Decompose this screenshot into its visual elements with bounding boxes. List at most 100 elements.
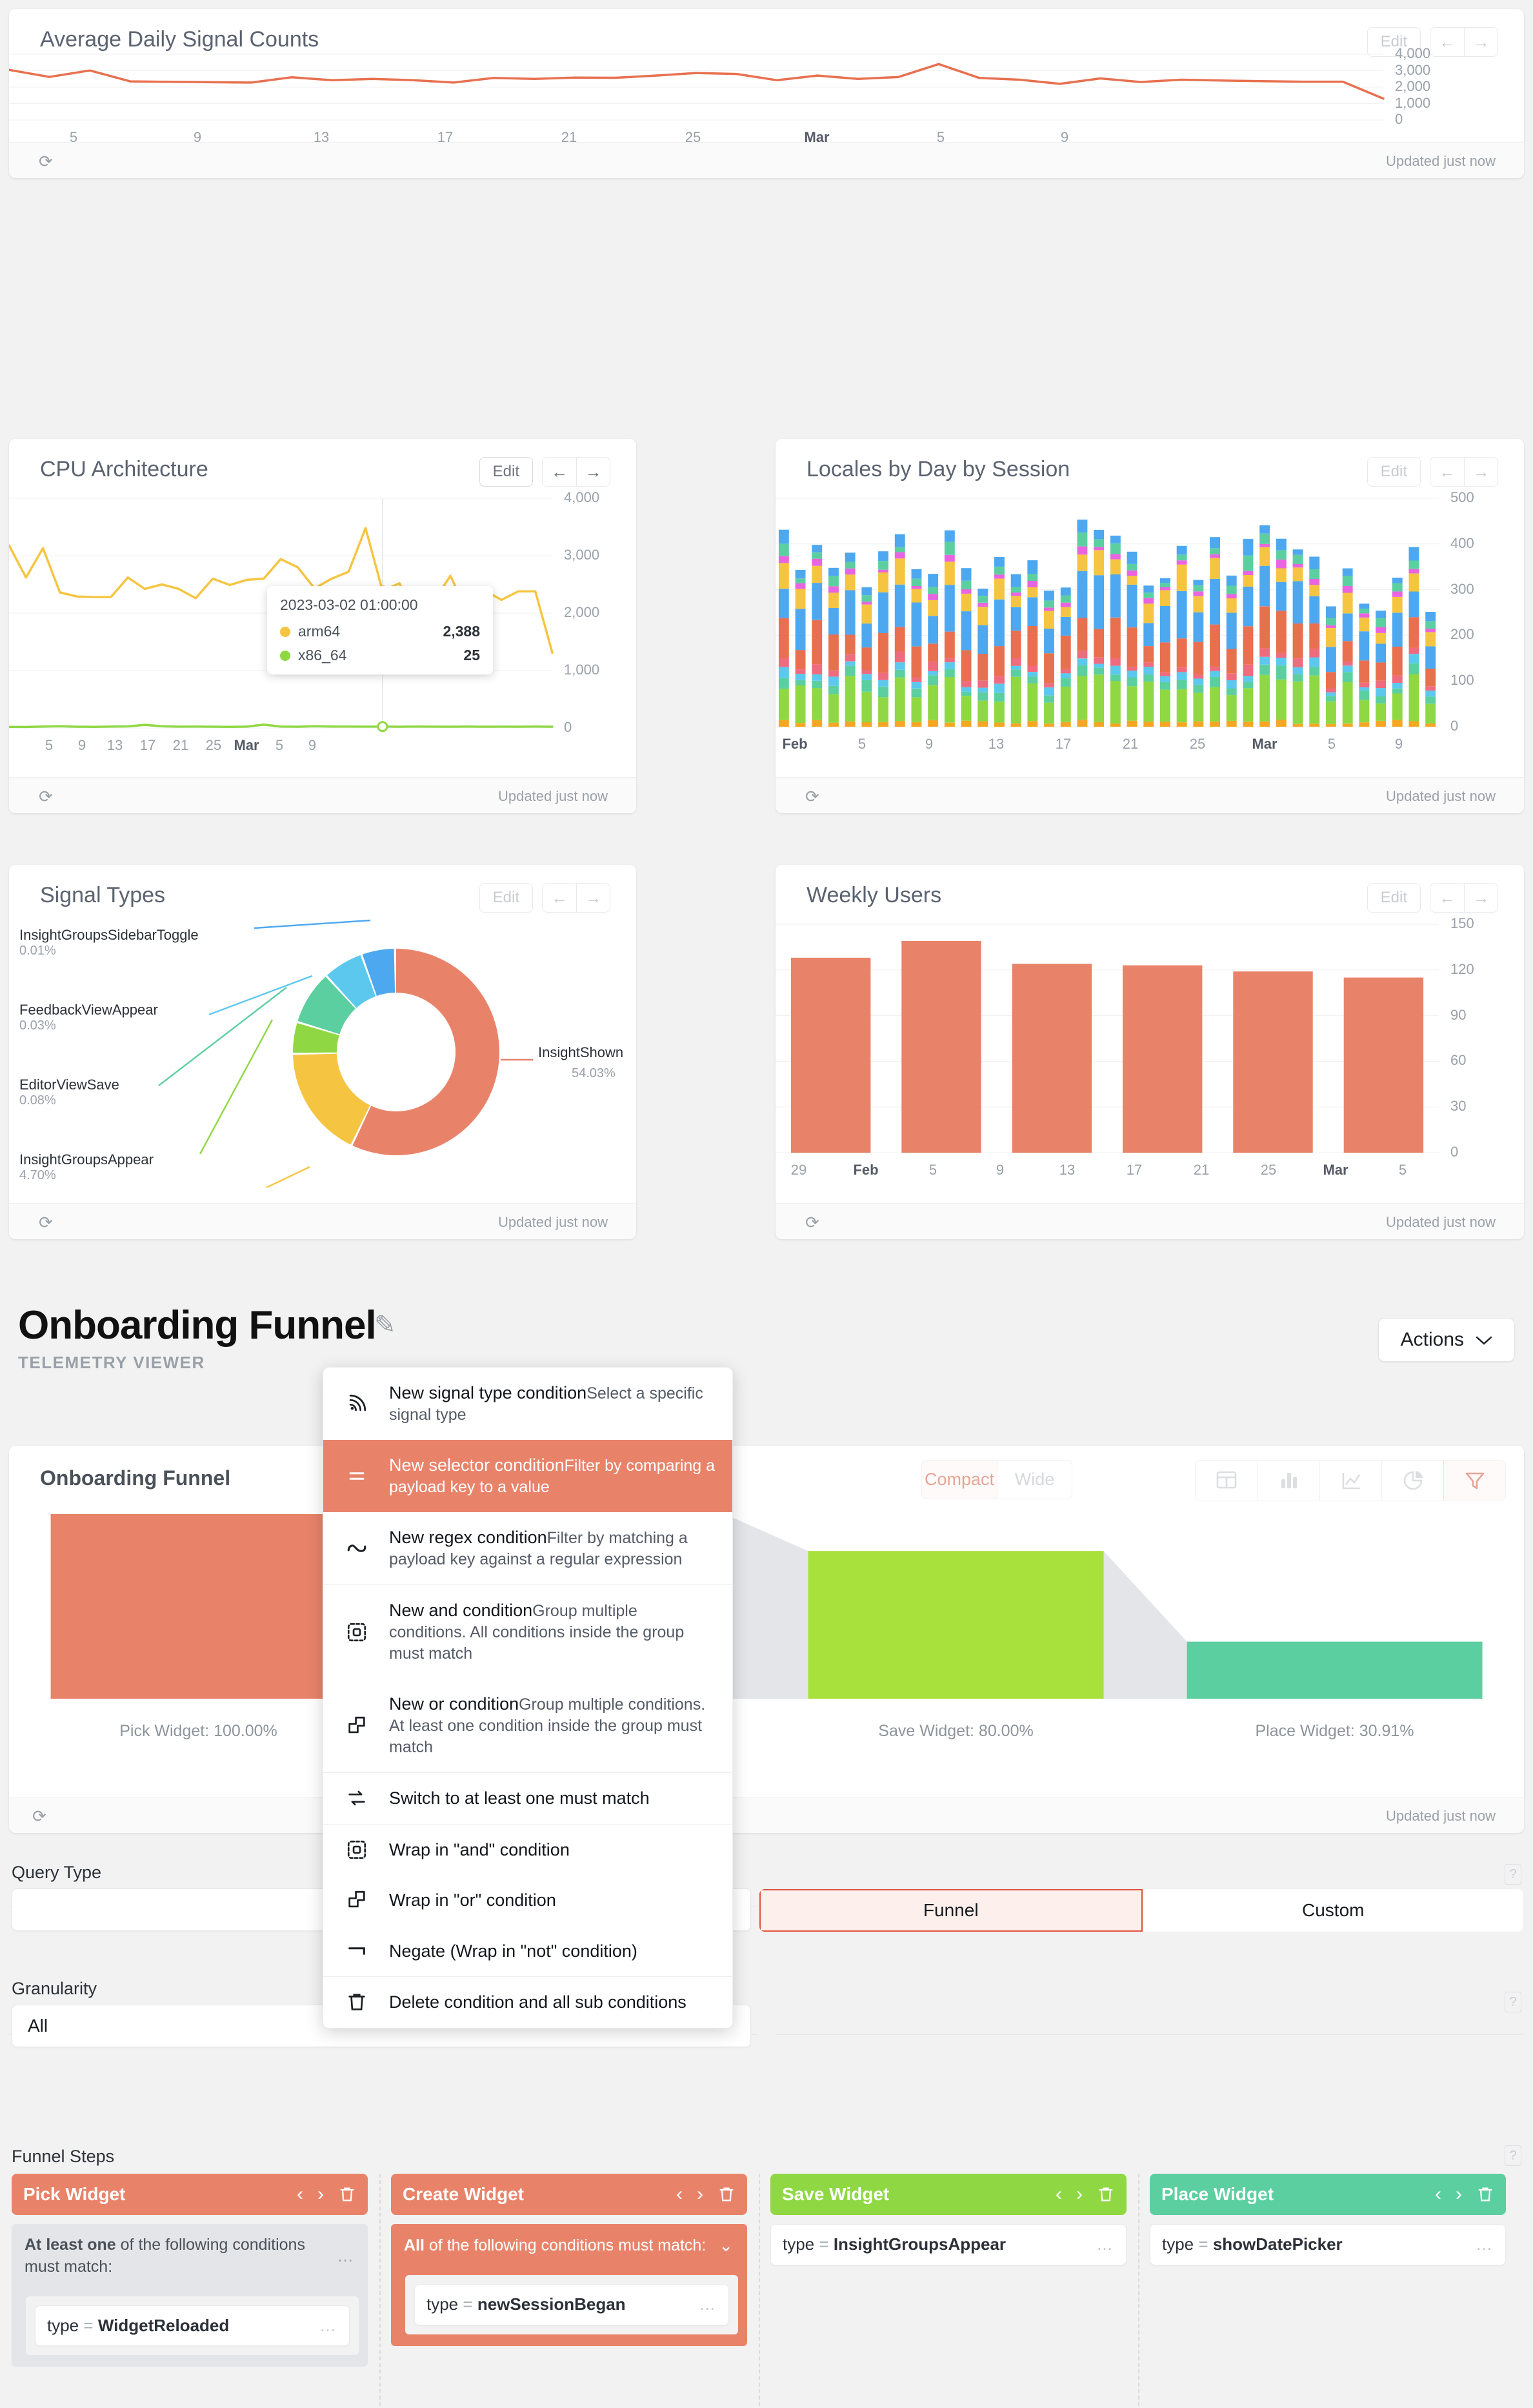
trash-icon[interactable] bbox=[1097, 2185, 1115, 2203]
trash-icon[interactable] bbox=[338, 2185, 356, 2203]
next-button[interactable]: → bbox=[1464, 884, 1498, 912]
condition-group-suffix: of the following conditions must match: bbox=[424, 2236, 706, 2254]
mode-tab-group: Funnel Custom bbox=[759, 1888, 1524, 1932]
series-value: 25 bbox=[463, 647, 480, 663]
viz-option-pie-chart[interactable] bbox=[1381, 1461, 1443, 1501]
x-axis-tick: 29 bbox=[790, 1162, 807, 1178]
refresh-icon[interactable]: ⟳ bbox=[805, 787, 819, 807]
condition-group-body: type = newSessionBegan… bbox=[391, 2267, 747, 2346]
next-button[interactable]: → bbox=[1464, 458, 1498, 486]
menu-item-new-regex-condition[interactable]: New regex conditionFilter by matching a … bbox=[323, 1512, 732, 1584]
condition-menu-icon[interactable]: … bbox=[1476, 2234, 1494, 2254]
funnel-icon bbox=[1462, 1468, 1488, 1493]
condition-group-header[interactable]: At least one of the following conditions… bbox=[12, 2224, 368, 2289]
widget-onboarding-funnel: Onboarding Funnel Compact Wide Pick Widge… bbox=[9, 1446, 1524, 1833]
refresh-icon[interactable]: ⟳ bbox=[39, 152, 53, 172]
prev-button[interactable]: ← bbox=[543, 884, 576, 912]
edit-button[interactable]: Edit bbox=[1367, 457, 1421, 487]
help-icon[interactable]: ? bbox=[1505, 1864, 1521, 1885]
pie-slice-percent: 54.03% bbox=[572, 1066, 616, 1080]
move-left-button[interactable]: ‹ bbox=[676, 2183, 683, 2205]
move-right-button[interactable]: › bbox=[697, 2183, 703, 2205]
refresh-icon[interactable]: ⟳ bbox=[32, 1806, 46, 1826]
refresh-icon[interactable]: ⟳ bbox=[805, 1213, 819, 1233]
menu-item-new-selector-condition[interactable]: New selector conditionFilter by comparin… bbox=[323, 1440, 732, 1512]
updated-label: Updated just now bbox=[1386, 1214, 1496, 1230]
funnel-step-pill[interactable]: Save Widget ‹ › bbox=[770, 2174, 1127, 2215]
move-right-button[interactable]: › bbox=[1076, 2183, 1083, 2205]
next-button[interactable]: → bbox=[1464, 28, 1498, 56]
move-left-button[interactable]: ‹ bbox=[1435, 2183, 1441, 2205]
actions-button[interactable]: Actions bbox=[1378, 1318, 1515, 1362]
condition-group-menu-icon[interactable]: … bbox=[337, 2245, 355, 2267]
density-option-compact[interactable]: Compact bbox=[922, 1461, 997, 1499]
help-icon[interactable]: ? bbox=[1505, 2145, 1521, 2166]
condition-group-header[interactable]: All of the following conditions must mat… bbox=[391, 2224, 747, 2268]
prev-button[interactable]: ← bbox=[543, 458, 576, 486]
condition-chip[interactable]: type = showDatePicker… bbox=[1150, 2224, 1506, 2265]
move-left-button[interactable]: ‹ bbox=[297, 2183, 303, 2205]
condition-chip[interactable]: type = InsightGroupsAppear… bbox=[770, 2224, 1127, 2265]
refresh-icon[interactable]: ⟳ bbox=[39, 1213, 53, 1233]
edit-button[interactable]: Edit bbox=[479, 883, 533, 913]
move-right-button[interactable]: › bbox=[317, 2183, 324, 2205]
menu-item-wrap-in-and-condition[interactable]: Wrap in "and" condition bbox=[323, 1825, 732, 1876]
menu-item-new-and-condition[interactable]: New and conditionGroup multiple conditio… bbox=[323, 1585, 732, 1679]
viz-option-funnel[interactable] bbox=[1443, 1461, 1505, 1501]
y-axis-tick: 0 bbox=[564, 719, 572, 735]
viz-option-bar-chart[interactable] bbox=[1257, 1461, 1319, 1501]
trash-icon[interactable] bbox=[717, 2185, 736, 2203]
y-axis-tick: 0 bbox=[1450, 1144, 1459, 1160]
funnel-step-pill[interactable]: Create Widget ‹ › bbox=[391, 2174, 747, 2215]
condition-group-menu-icon[interactable]: ⌄ bbox=[719, 2234, 734, 2257]
funnel-step-pill[interactable]: Pick Widget ‹ › bbox=[12, 2174, 368, 2215]
granularity-value: All bbox=[28, 2016, 48, 2036]
refresh-icon[interactable]: ⟳ bbox=[39, 787, 53, 807]
edit-button[interactable]: Edit bbox=[479, 457, 533, 487]
menu-item-negate-wrap-in-not-condition[interactable]: Negate (Wrap in "not" condition) bbox=[323, 1926, 732, 1977]
edit-title-icon[interactable]: ✎ bbox=[374, 1310, 396, 1340]
menu-item-new-signal-type-condition[interactable]: New signal type conditionSelect a specif… bbox=[323, 1368, 732, 1440]
condition-chip[interactable]: type = WidgetReloaded… bbox=[35, 2305, 350, 2347]
help-icon[interactable]: ? bbox=[1505, 1992, 1521, 2012]
condition-group-quantifier: All bbox=[404, 2236, 425, 2254]
density-option-wide[interactable]: Wide bbox=[997, 1461, 1072, 1499]
viz-option-table[interactable] bbox=[1196, 1461, 1257, 1501]
prev-button[interactable]: ← bbox=[1430, 884, 1464, 912]
actions-label: Actions bbox=[1400, 1329, 1464, 1350]
condition-menu-icon[interactable]: … bbox=[1096, 2234, 1114, 2254]
move-right-button[interactable]: › bbox=[1456, 2183, 1462, 2205]
group-and-icon bbox=[340, 1839, 374, 1861]
viz-option-line-chart[interactable] bbox=[1319, 1461, 1381, 1501]
prev-button[interactable]: ← bbox=[1430, 458, 1464, 486]
condition-chip[interactable]: type = newSessionBegan… bbox=[414, 2284, 729, 2325]
move-left-button[interactable]: ‹ bbox=[1056, 2183, 1062, 2205]
condition-operator: = bbox=[819, 2234, 829, 2254]
pie-chart-icon bbox=[1400, 1468, 1426, 1493]
mode-tab-funnel[interactable]: Funnel bbox=[759, 1889, 1143, 1932]
trash-icon[interactable] bbox=[1476, 2185, 1494, 2203]
menu-item-new-or-condition[interactable]: New or conditionGroup multiple condition… bbox=[323, 1679, 732, 1772]
pie-slice-percent: 0.03% bbox=[19, 1018, 56, 1033]
y-axis-tick: 4,000 bbox=[1395, 45, 1431, 61]
next-button[interactable]: → bbox=[576, 884, 610, 912]
mode-tab-custom[interactable]: Custom bbox=[1142, 1889, 1523, 1932]
condition-menu-icon[interactable]: … bbox=[699, 2294, 717, 2314]
y-axis-tick: 4,000 bbox=[564, 489, 600, 505]
x-axis-tick: 25 bbox=[1260, 1162, 1277, 1178]
funnel-step-pill[interactable]: Place Widget ‹ › bbox=[1150, 2174, 1506, 2215]
widget-header: Signal Types Edit ← → bbox=[9, 865, 636, 924]
condition-operator: = bbox=[1198, 2234, 1208, 2254]
updated-label: Updated just now bbox=[1386, 788, 1496, 804]
widget-average-daily-signal-counts: Average Daily Signal Counts Edit ← → 0 1,… bbox=[9, 9, 1524, 178]
edit-button[interactable]: Edit bbox=[1367, 883, 1421, 913]
x-axis-tick: 9 bbox=[1394, 736, 1403, 752]
tooltip-row: arm64 2,388 bbox=[280, 623, 480, 640]
menu-item-switch-to-at-least-one-must-match[interactable]: Switch to at least one must match bbox=[323, 1773, 732, 1824]
next-button[interactable]: → bbox=[576, 458, 610, 486]
menu-item-delete-condition-and-all-sub-conditions[interactable]: Delete condition and all sub conditions bbox=[323, 1977, 732, 2028]
menu-item-wrap-in-or-condition[interactable]: Wrap in "or" condition bbox=[323, 1875, 732, 1926]
condition-menu-icon[interactable]: … bbox=[319, 2316, 337, 2336]
mode-tab-label: Custom bbox=[1302, 1900, 1365, 1920]
x-axis-tick: 5 bbox=[45, 737, 54, 753]
